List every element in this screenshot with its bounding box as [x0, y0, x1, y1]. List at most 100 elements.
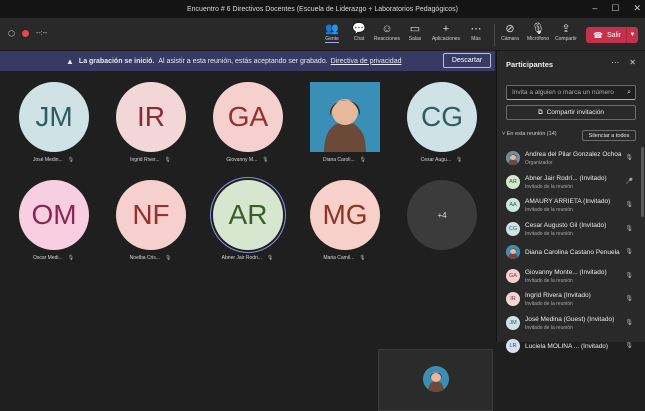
- participant-list-name: Giovanny Monte... (Invitado): [525, 268, 607, 276]
- participant-name-label: Abner Jair Rodri...: [221, 255, 262, 261]
- chevron-down-icon[interactable]: ▼: [626, 27, 638, 43]
- copy-link-icon: ⧉: [537, 108, 543, 116]
- participant-tile[interactable]: NF Noelba Cris... 🎙: [102, 170, 199, 270]
- teams-meeting-window: Encuentro # 6 Directivos Docentes (Escue…: [0, 0, 645, 411]
- participant-list-item[interactable]: LR Luciela MOLINA ... (Invitado) 🎙: [497, 335, 641, 359]
- in-meeting-section-toggle[interactable]: ˅ En esta reunión (14): [502, 131, 557, 137]
- participant-name-label: Cesar Augu...: [420, 157, 451, 163]
- participant-avatar: CG: [506, 221, 520, 236]
- participant-list-item[interactable]: IR Ingrid Rivera (Invitado) Invitado de la…: [497, 288, 641, 312]
- participant-list-name: Cesar Augusto Gil (Invitado): [525, 221, 607, 229]
- dismiss-button[interactable]: Descartar: [443, 53, 491, 68]
- participant-list-name: Diana Carolina Castano Penuela: [525, 249, 620, 256]
- avatar: OM: [19, 180, 89, 250]
- participant-list-item[interactable]: AA AMAURY ARRIETA (Invitado) Invitado de l…: [497, 194, 641, 218]
- mic-off-icon: 🎙: [625, 249, 633, 255]
- participant-tile[interactable]: JM José Medin... 🎙: [5, 72, 102, 172]
- participant-list-name: Andrea del Pilar Gonzalez Ochoa: [525, 151, 622, 158]
- participant-list-item[interactable]: GA Giovanny Monte... (Invitado) Invitado d…: [497, 265, 641, 289]
- participant-tile[interactable]: MG Maria Camil... 🎙: [296, 170, 393, 270]
- participant-list-item[interactable]: AR Abner Jair Rodrí... (Invitado) Invitado…: [497, 171, 641, 195]
- participant-tile[interactable]: Diana Caroli... 🎙: [296, 72, 393, 172]
- shield-icon[interactable]: ⬡: [8, 29, 15, 38]
- mic-off-icon: 🎙: [262, 157, 269, 163]
- participant-list-item[interactable]: Diana Carolina Castano Penuela 🎙: [497, 241, 641, 265]
- participant-role: Invitado de la reunión: [525, 301, 573, 307]
- avatar: [310, 82, 380, 152]
- panel-scrollbar[interactable]: [641, 147, 644, 217]
- participant-list-name: Ingrid Rivera (Invitado): [525, 292, 591, 299]
- toolbar-left: ⬡ --:--: [8, 29, 47, 38]
- participant-role: Invitado de la reunión: [525, 324, 573, 331]
- avatar: CG: [407, 82, 477, 152]
- close-panel-icon[interactable]: ✕: [629, 58, 636, 67]
- mic-off-icon: 🎙: [67, 255, 75, 261]
- minimize-icon[interactable]: –: [592, 3, 597, 14]
- mic-off-icon: 🎙: [359, 255, 366, 261]
- window-controls: – ☐ ✕: [592, 3, 641, 14]
- participant-list-item[interactable]: CG Cesar Augusto Gil (Invitado) Invitado d…: [497, 218, 641, 242]
- share-icon: ⇪: [561, 23, 571, 35]
- participant-role: Invitado de la reunión: [525, 183, 573, 190]
- close-icon[interactable]: ✕: [633, 3, 641, 14]
- apps-icon: +: [442, 23, 450, 35]
- participant-list-item[interactable]: Andrea del Pilar Gonzalez Ochoa Organizad…: [497, 147, 641, 171]
- mic-off-icon: 🎙: [625, 296, 633, 302]
- mute-all-button[interactable]: Silenciar a todos: [582, 130, 636, 141]
- participant-list-name: Luciela MOLINA ... (Invitado): [525, 343, 609, 350]
- participant-role: Invitado de la reunión: [525, 230, 573, 237]
- participant-name: Maria Camil... 🎙: [296, 255, 393, 261]
- participant-name-label: Diana Caroli...: [322, 157, 355, 163]
- mic-off-icon: 🎙: [359, 157, 367, 163]
- avatar: GA: [213, 82, 283, 152]
- more-icon: ⋯: [470, 23, 482, 35]
- participant-name: Abner Jair Rodri... 🎙: [199, 255, 296, 261]
- participant-list: Andrea del Pilar Gonzalez Ochoa Organizad…: [497, 147, 641, 359]
- participant-tile[interactable]: OM Oscar Medi... 🎙: [5, 170, 102, 270]
- meeting-timer: --:--: [35, 30, 48, 37]
- video-stage: JM José Medin... 🎙 IR Ingrid River... 🎙 GA Giov…: [0, 72, 495, 411]
- participant-tile[interactable]: CG Cesar Augu... 🎙: [393, 72, 490, 172]
- rooms-button[interactable]: ▭ Salas: [399, 22, 431, 42]
- privacy-policy-link[interactable]: Directiva de privacidad: [331, 58, 402, 65]
- participant-role: Organizador: [525, 160, 553, 166]
- mic-off-icon: 🎙: [67, 157, 75, 163]
- participant-name: Ingrid River... 🎙: [102, 157, 199, 163]
- share-button[interactable]: ⇪ Compartir: [550, 22, 582, 42]
- participant-tile[interactable]: AR Abner Jair Rodri... 🎙: [199, 170, 296, 270]
- panel-title: Participantes: [506, 60, 554, 69]
- participant-name-label: Ingrid River...: [130, 157, 160, 163]
- invite-search-input[interactable]: Invita a alguien o marca un número ⌕: [506, 85, 636, 100]
- search-icon: ⌕: [627, 88, 631, 96]
- participant-name-label: Maria Camil...: [323, 255, 355, 261]
- participant-tile[interactable]: IR Ingrid River... 🎙: [102, 72, 199, 172]
- participant-avatar: AR: [506, 174, 520, 189]
- more-options-icon[interactable]: ⋯: [611, 58, 619, 67]
- avatar: NF: [116, 180, 186, 250]
- maximize-icon[interactable]: ☐: [611, 3, 619, 14]
- share-invite-button[interactable]: ⧉ Compartir invitación: [506, 105, 636, 120]
- self-view-preview[interactable]: [378, 349, 493, 411]
- panel-controls: ⋯ ✕: [611, 58, 636, 67]
- leave-button[interactable]: ☎ Salir ▼: [586, 27, 638, 43]
- banner-text: Al asistir a esta reunión, estás aceptan…: [158, 57, 328, 65]
- overflow-count: +4: [407, 180, 477, 250]
- mic-off-icon: 🎙: [625, 202, 633, 208]
- mic-off-icon: 🎙: [625, 155, 633, 161]
- participant-tile[interactable]: GA Giovanny M... 🎙: [199, 72, 296, 172]
- participant-avatar: GA: [506, 268, 520, 283]
- recording-icon: [21, 30, 29, 37]
- participant-list-name: José Medina (Guest) (Invitado): [525, 315, 615, 323]
- participant-name: José Medin... 🎙: [5, 157, 102, 163]
- warning-icon: ▲: [66, 56, 74, 66]
- apps-button[interactable]: + Aplicaciones: [430, 22, 462, 42]
- banner-title: La grabación se inició.: [78, 57, 155, 65]
- more-participants-tile[interactable]: +4: [393, 170, 490, 270]
- participant-role: Invitado de la reunión: [525, 207, 573, 213]
- participant-role: Invitado de la reunión: [525, 277, 573, 284]
- participant-list-item[interactable]: JM José Medina (Guest) (Invitado) Invitado…: [497, 312, 641, 336]
- participant-name: Noelba Cris... 🎙: [102, 255, 199, 261]
- mic-off-icon: 🎙: [164, 255, 172, 261]
- participant-avatar: JM: [506, 315, 520, 330]
- more-button[interactable]: ⋯ Más: [460, 22, 492, 42]
